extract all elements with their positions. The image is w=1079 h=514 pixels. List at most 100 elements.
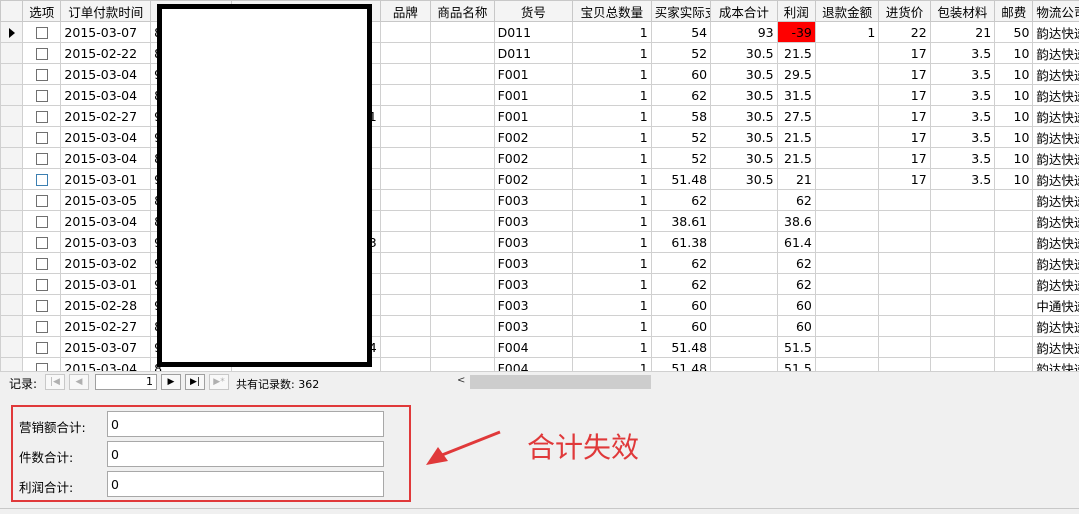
cell-qty[interactable]: 1	[572, 294, 652, 316]
cell-sku[interactable]: F004	[493, 357, 574, 371]
cell-name[interactable]	[430, 21, 495, 43]
cell-sku[interactable]: F003	[493, 210, 574, 232]
cell-buy[interactable]: 17	[878, 63, 931, 85]
cell-qty[interactable]: 1	[572, 105, 652, 127]
cell-paid[interactable]: 62	[650, 252, 712, 274]
cell-date[interactable]: 2015-03-04	[60, 210, 152, 232]
row-header[interactable]	[0, 63, 24, 85]
cell-logi[interactable]: 韵达快递	[1032, 63, 1079, 85]
cell-brand[interactable]	[379, 294, 432, 316]
cell-date[interactable]: 2015-03-01	[60, 273, 152, 295]
cell-cost[interactable]	[710, 252, 778, 274]
cell-logi[interactable]: 韵达快递	[1032, 315, 1079, 337]
cell-pack[interactable]: 3.5	[929, 147, 996, 169]
cell-pack[interactable]: 21	[929, 21, 996, 43]
cell-logi[interactable]: 韵达快递	[1032, 189, 1079, 211]
cell-logi[interactable]: 韵达快递	[1032, 336, 1079, 358]
cell-date[interactable]: 2015-03-02	[60, 252, 152, 274]
cell-refund[interactable]	[814, 42, 880, 64]
cell-cost[interactable]	[710, 336, 778, 358]
cell-sku[interactable]: F003	[493, 231, 574, 253]
cell-sku[interactable]: F001	[493, 84, 574, 106]
cell-post[interactable]: 10	[994, 126, 1034, 148]
cell-buy[interactable]	[878, 252, 931, 274]
cell-refund[interactable]	[814, 315, 880, 337]
prev-record-button[interactable]: ◀	[69, 374, 89, 390]
column-header[interactable]: 买家实际支	[650, 0, 712, 22]
cell-profit[interactable]: 62	[776, 189, 816, 211]
cell-buy[interactable]	[878, 210, 931, 232]
row-header[interactable]	[0, 273, 24, 295]
cell-pack[interactable]	[929, 231, 996, 253]
cell-paid[interactable]: 52	[650, 126, 712, 148]
cell-refund[interactable]	[814, 273, 880, 295]
scroll-left-arrow-icon[interactable]: <	[457, 375, 465, 386]
cell-qty[interactable]: 1	[572, 252, 652, 274]
cell-sku[interactable]: F001	[493, 105, 574, 127]
cell-profit[interactable]: 21.5	[776, 126, 816, 148]
cell-cost[interactable]	[710, 231, 778, 253]
cell-refund[interactable]	[814, 294, 880, 316]
cell-brand[interactable]	[379, 84, 432, 106]
cell-logi[interactable]: 韵达快递	[1032, 210, 1079, 232]
cell-profit[interactable]: 38.6	[776, 210, 816, 232]
cell-post[interactable]: 10	[994, 63, 1034, 85]
cell-logi[interactable]: 韵达快递	[1032, 21, 1079, 43]
cell-buy[interactable]: 22	[878, 21, 931, 43]
column-header[interactable]: 订单付款时间	[60, 0, 152, 22]
cell-qty[interactable]: 1	[572, 63, 652, 85]
row-checkbox[interactable]	[35, 69, 48, 81]
cell-name[interactable]	[430, 189, 495, 211]
cell-date[interactable]: 2015-03-07	[60, 336, 152, 358]
cell-sku[interactable]: F003	[493, 273, 574, 295]
cell-paid[interactable]: 62	[650, 84, 712, 106]
cell-pack[interactable]: 3.5	[929, 42, 996, 64]
row-checkbox[interactable]	[35, 153, 48, 165]
row-checkbox[interactable]	[35, 174, 48, 186]
cell-refund[interactable]	[814, 105, 880, 127]
cell-refund[interactable]	[814, 63, 880, 85]
cell-buy[interactable]: 17	[878, 147, 931, 169]
cell-name[interactable]	[430, 294, 495, 316]
column-header[interactable]: 货号	[493, 0, 574, 22]
profit-total-input[interactable]	[107, 471, 384, 497]
cell-paid[interactable]: 51.48	[650, 168, 712, 190]
column-header[interactable]: 退款金额	[814, 0, 880, 22]
cell-brand[interactable]	[379, 189, 432, 211]
row-header[interactable]	[0, 42, 24, 64]
cell-paid[interactable]: 62	[650, 189, 712, 211]
select-cell[interactable]	[22, 273, 62, 295]
cell-pack[interactable]: 3.5	[929, 105, 996, 127]
cell-brand[interactable]	[379, 21, 432, 43]
cell-profit[interactable]: 21.5	[776, 42, 816, 64]
cell-pack[interactable]	[929, 252, 996, 274]
column-header[interactable]: 邮费	[994, 0, 1034, 22]
cell-buy[interactable]	[878, 294, 931, 316]
cell-sku[interactable]: D011	[493, 42, 574, 64]
cell-post[interactable]	[994, 231, 1034, 253]
cell-refund[interactable]	[814, 168, 880, 190]
cell-pack[interactable]: 3.5	[929, 126, 996, 148]
row-header[interactable]	[0, 168, 24, 190]
cell-sku[interactable]: F003	[493, 252, 574, 274]
cell-profit[interactable]: 62	[776, 252, 816, 274]
cell-profit[interactable]: 21	[776, 168, 816, 190]
cell-brand[interactable]	[379, 336, 432, 358]
cell-post[interactable]: 10	[994, 105, 1034, 127]
cell-post[interactable]	[994, 210, 1034, 232]
cell-name[interactable]	[430, 147, 495, 169]
cell-date[interactable]: 2015-02-27	[60, 105, 152, 127]
row-header[interactable]	[0, 210, 24, 232]
cell-date[interactable]: 2015-03-04	[60, 63, 152, 85]
cell-profit[interactable]: 62	[776, 273, 816, 295]
cell-sku[interactable]: F003	[493, 294, 574, 316]
row-checkbox[interactable]	[35, 111, 48, 123]
cell-name[interactable]	[430, 210, 495, 232]
row-header[interactable]	[0, 105, 24, 127]
cell-brand[interactable]	[379, 231, 432, 253]
row-checkbox[interactable]	[35, 132, 48, 144]
column-header[interactable]: 包装材料	[929, 0, 996, 22]
cell-pack[interactable]	[929, 273, 996, 295]
cell-buy[interactable]	[878, 357, 931, 371]
cell-pack[interactable]	[929, 315, 996, 337]
